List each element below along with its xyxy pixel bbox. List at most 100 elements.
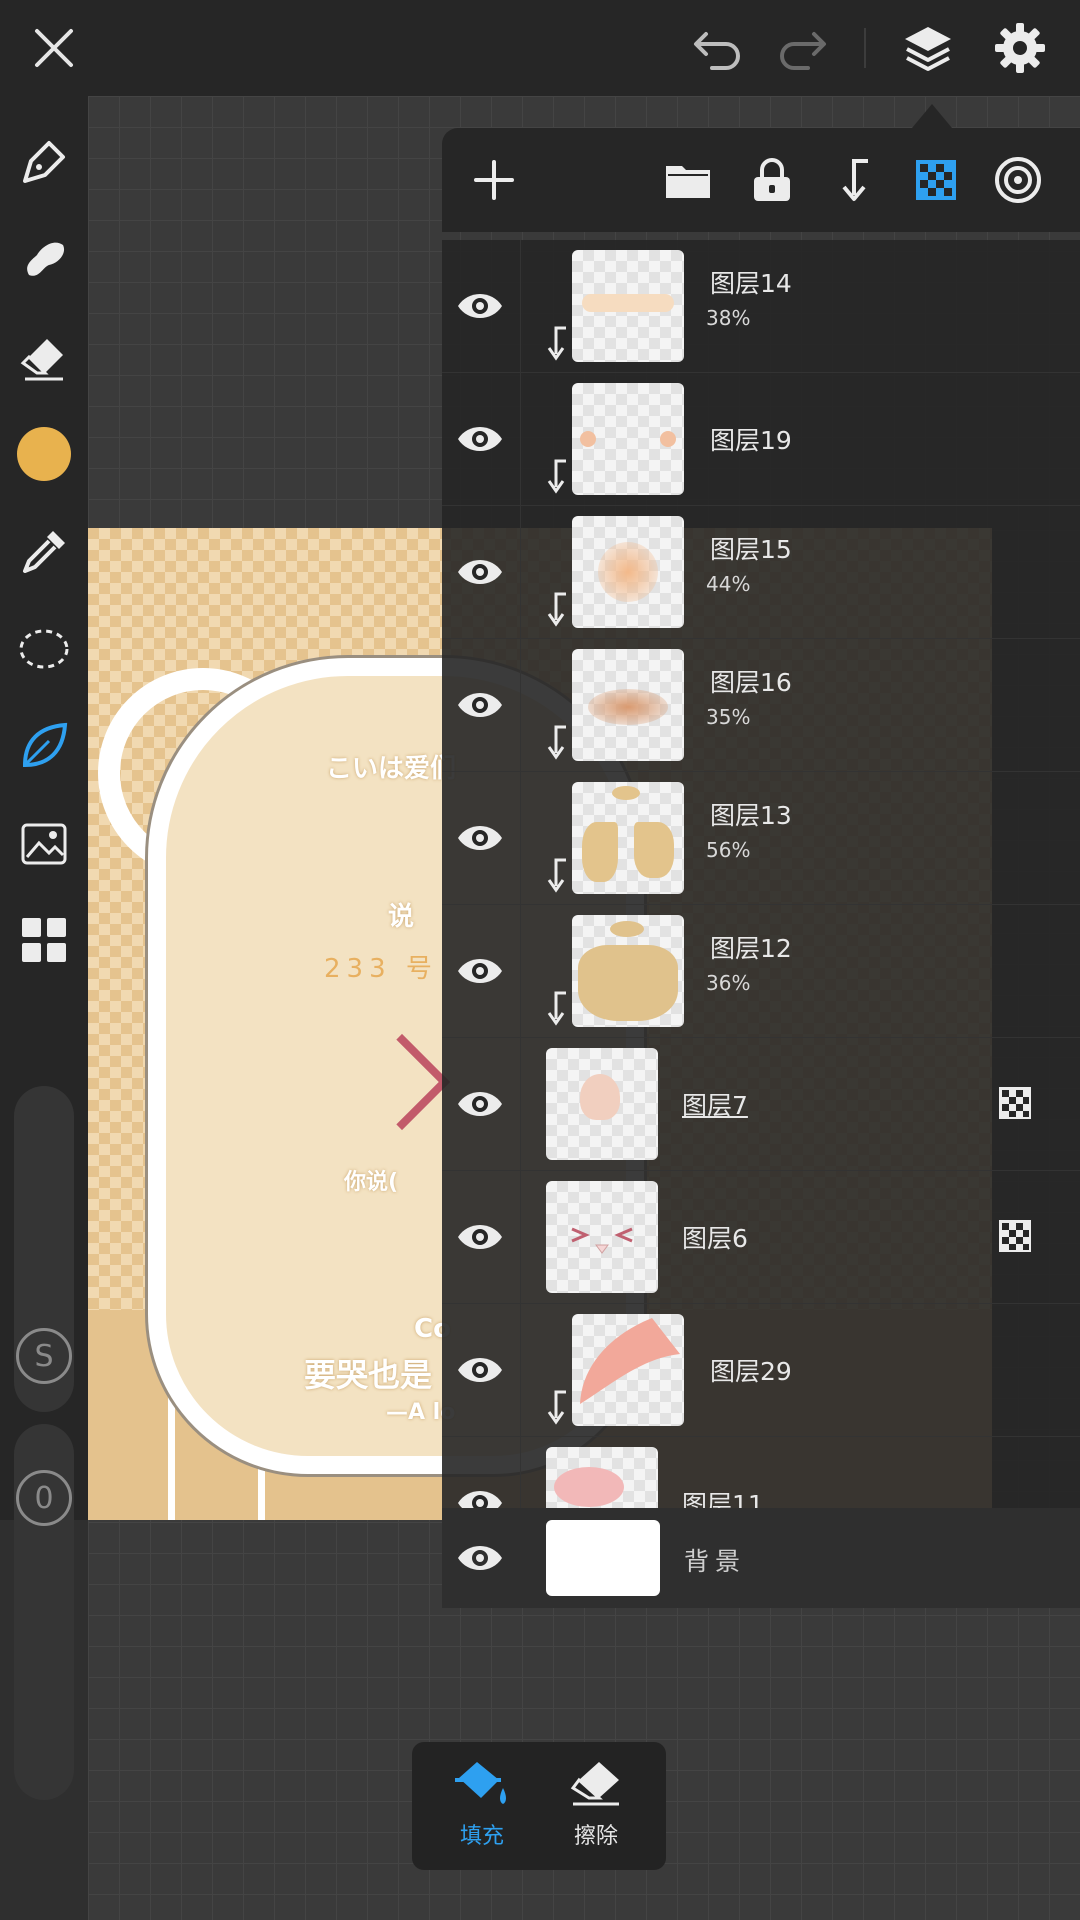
brush-size-knob[interactable]: S [16, 1328, 72, 1384]
eye-icon[interactable] [456, 1538, 504, 1578]
brush-opacity-knob[interactable]: 0 [16, 1470, 72, 1526]
add-layer-button[interactable] [464, 150, 524, 210]
eye-icon[interactable] [456, 286, 504, 326]
top-bar [0, 0, 1080, 96]
background-layer-row[interactable]: 背景 [442, 1508, 1080, 1608]
layer-thumbnail [572, 516, 684, 628]
thumb-content [598, 542, 658, 602]
fill-label: 填充 [459, 1824, 504, 1849]
layer-row[interactable]: 图层15 44% [442, 506, 1080, 639]
layer-row[interactable]: 图层13 56% [442, 772, 1080, 905]
blend-mode-button[interactable] [988, 150, 1048, 210]
color-picker-button[interactable] [14, 424, 74, 484]
layer-row[interactable]: 图层12 36% [442, 905, 1080, 1038]
alpha-lock-indicator-icon [999, 1220, 1031, 1252]
thumb-content [610, 921, 644, 937]
undo-button[interactable] [688, 18, 748, 78]
grid-tool[interactable] [14, 910, 74, 970]
artwork-text: 你说( [344, 1170, 399, 1195]
artwork-text: こいは爱们 [326, 754, 457, 784]
thumb-content [580, 431, 596, 447]
layer-thumbnail [572, 383, 684, 495]
thumb-content [571, 1227, 633, 1254]
layer-panel-toolbar [442, 128, 1080, 232]
layer-thumbnail [546, 1181, 658, 1293]
lasso-icon [19, 629, 69, 669]
pen-tool[interactable] [14, 132, 74, 192]
eye-icon[interactable] [456, 951, 504, 991]
layer-thumbnail [572, 915, 684, 1027]
grid-icon [22, 918, 66, 962]
layer-thumbnail [572, 649, 684, 761]
clip-arrow-icon [547, 991, 566, 1026]
lock-layer-button[interactable] [742, 150, 802, 210]
layer-row[interactable]: 图层29 [442, 1304, 1080, 1437]
artwork-number: 233 号 [324, 954, 438, 984]
layer-list[interactable]: 图层14 38% 图层19 图层15 44% 图层16 35% 图层13 56%… [442, 232, 1080, 1636]
background-thumbnail [546, 1520, 660, 1596]
thumb-content [554, 1467, 624, 1507]
clip-arrow-icon [547, 592, 566, 627]
color-swatch [17, 427, 71, 481]
clip-mask-icon [842, 159, 868, 201]
add-layer-icon [474, 160, 514, 200]
fill-button[interactable]: 填充 [432, 1758, 532, 1850]
thumb-content [660, 431, 676, 447]
leaf-brush-tool[interactable] [14, 716, 74, 776]
layer-row-selected[interactable]: 图层7 [442, 1038, 1080, 1171]
alpha-lock-icon [916, 160, 956, 200]
thumb-content [612, 786, 640, 800]
artwork-text: 说 [388, 902, 415, 932]
eye-icon[interactable] [456, 685, 504, 725]
background-layer-name: 背景 [684, 1547, 747, 1576]
clip-mask-button[interactable] [824, 150, 884, 210]
lasso-tool[interactable] [14, 620, 74, 680]
layer-opacity: 35% [706, 705, 751, 729]
eye-icon[interactable] [456, 818, 504, 858]
pen-icon [23, 141, 65, 183]
alpha-lock-button[interactable] [906, 150, 966, 210]
clip-arrow-icon [547, 1390, 566, 1425]
layer-row[interactable]: 图层16 35% [442, 639, 1080, 772]
eyedropper-tool[interactable] [14, 522, 74, 582]
eraser-tool[interactable] [14, 328, 74, 388]
layer-opacity: 44% [706, 572, 751, 596]
layer-name: 图层7 [682, 1091, 748, 1120]
eye-icon[interactable] [456, 552, 504, 592]
layer-name: 图层19 [710, 426, 792, 455]
close-button[interactable] [24, 18, 84, 78]
smudge-tool[interactable] [14, 230, 74, 290]
eye-icon[interactable] [456, 1217, 504, 1257]
eye-icon[interactable] [456, 1350, 504, 1390]
layer-name: 图层14 [710, 269, 792, 298]
thumb-content [578, 945, 678, 1021]
eye-icon[interactable] [456, 1084, 504, 1124]
layer-name: 图层12 [710, 934, 792, 963]
settings-button[interactable] [990, 18, 1050, 78]
layer-name: 图层15 [710, 535, 792, 564]
redo-icon [780, 32, 826, 70]
redo-button[interactable] [772, 18, 832, 78]
layers-icon [905, 27, 951, 71]
eye-icon[interactable] [456, 419, 504, 459]
layer-thumbnail [572, 250, 684, 362]
layer-opacity: 56% [706, 838, 751, 862]
layer-row[interactable]: 图层6 [442, 1171, 1080, 1304]
erase-label: 擦除 [573, 1824, 618, 1849]
layer-row[interactable]: 图层19 [442, 373, 1080, 506]
layer-row[interactable]: 图层14 38% [442, 240, 1080, 373]
folder-icon [666, 166, 710, 198]
lock-icon [754, 158, 790, 201]
thumb-content [580, 1318, 680, 1404]
layers-button[interactable] [898, 18, 958, 78]
image-import-tool[interactable] [14, 814, 74, 874]
erase-button[interactable]: 擦除 [546, 1758, 646, 1850]
thumb-content [580, 1074, 620, 1120]
clip-arrow-icon [547, 725, 566, 760]
toolbar-divider [864, 28, 866, 68]
layer-panel: 图层14 38% 图层19 图层15 44% 图层16 35% 图层13 56%… [442, 128, 1080, 1608]
undo-icon [694, 32, 740, 70]
smudge-icon [27, 242, 65, 276]
alpha-lock-indicator-icon [999, 1087, 1031, 1119]
folder-button[interactable] [658, 150, 718, 210]
